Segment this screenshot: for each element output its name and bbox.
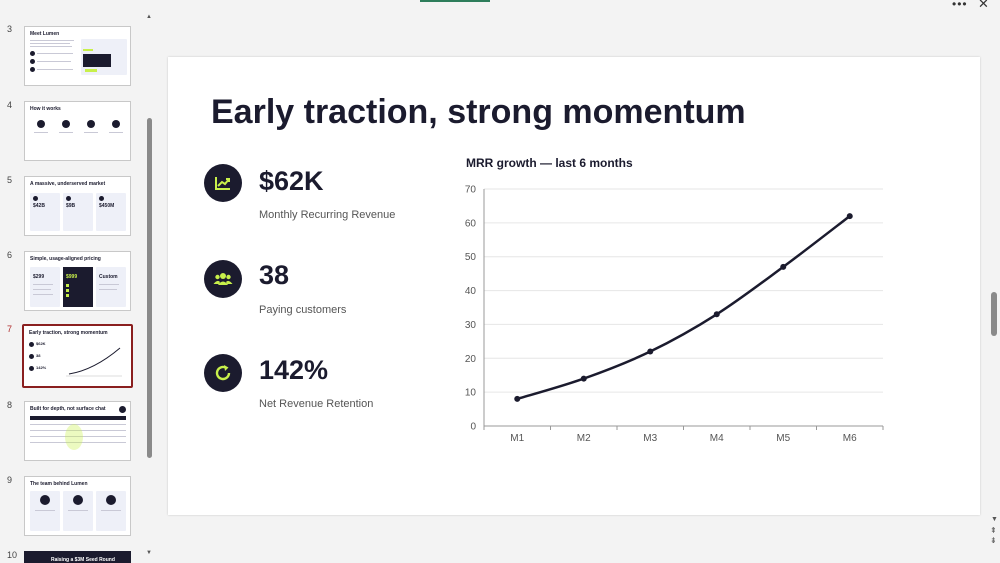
- y-tick-label: 70: [465, 185, 477, 196]
- slide-thumbnail-pane: 3 Meet Lumen 4 How it works 5 A massive,…: [0, 12, 158, 563]
- active-tab-indicator: [420, 0, 490, 2]
- thumbnail-scrollbar[interactable]: ▲ ▼: [144, 12, 154, 563]
- y-tick-label: 40: [465, 286, 477, 297]
- x-tick-label: M5: [776, 433, 790, 444]
- y-tick-label: 50: [465, 252, 477, 263]
- slide-number: 8: [7, 400, 13, 410]
- series-line: [516, 215, 851, 401]
- thumbnail-title: Built for depth, not surface chat: [30, 406, 106, 412]
- x-tick-label: M6: [843, 433, 857, 444]
- slide-number: 6: [7, 250, 13, 260]
- data-point: [647, 348, 654, 355]
- x-tick-label: M1: [510, 433, 524, 444]
- metric-label: Net Revenue Retention: [259, 398, 374, 410]
- thumbnail-title: A massive, underserved market: [30, 181, 106, 187]
- data-point: [514, 395, 521, 402]
- refresh-icon: [204, 354, 242, 392]
- metric-value: 38: [259, 260, 290, 290]
- thumbnail-stat: $62K: [36, 341, 46, 346]
- slide-number: 5: [7, 175, 13, 185]
- slide-number: 10: [7, 550, 18, 560]
- chart-title: MRR growth — last 6 months: [466, 156, 633, 170]
- x-tick-label: M4: [710, 433, 724, 444]
- slide-title: Early traction, strong momentum: [211, 93, 746, 131]
- thumbnail-title: How it works: [30, 106, 61, 112]
- data-point: [713, 311, 720, 318]
- thumbnail-stat: Custom: [99, 274, 118, 280]
- slide-thumbnail-9[interactable]: The team behind Lumen: [24, 476, 131, 536]
- slide-thumbnail-7[interactable]: Early traction, strong momentum $62K 38 …: [22, 324, 133, 388]
- thumbnail-title: Simple, usage-aligned pricing: [30, 256, 101, 262]
- slide-thumbnail-8[interactable]: Built for depth, not surface chat: [24, 401, 131, 461]
- y-tick-label: 20: [465, 354, 477, 365]
- x-tick-label: M3: [643, 433, 657, 444]
- metric-label: Monthly Recurring Revenue: [259, 209, 396, 221]
- y-tick-label: 0: [470, 422, 476, 433]
- thumbnail-title: Early traction, strong momentum: [29, 330, 108, 336]
- slide-number: 9: [7, 475, 13, 485]
- slide-thumbnail-4[interactable]: How it works: [24, 101, 131, 161]
- close-icon[interactable]: ✕: [978, 0, 989, 12]
- previous-slide-icon[interactable]: ⇞: [990, 526, 997, 535]
- mrr-growth-chart: 0 10 20 30 40 50 60 70 M1 M2 M3 M4 M5 M6: [465, 185, 884, 444]
- y-tick-label: 10: [465, 388, 477, 399]
- slide-thumbnail-6[interactable]: Simple, usage-aligned pricing $299 $999 …: [24, 251, 131, 311]
- thumbnail-stat: $42B: [33, 203, 45, 209]
- thumbnail-stat: $299: [33, 274, 45, 280]
- y-tick-label: 60: [465, 218, 477, 229]
- thumbnail-stat: $999: [66, 274, 78, 280]
- scroll-up-icon[interactable]: ▲: [146, 14, 152, 20]
- scrollbar-thumb[interactable]: [991, 292, 997, 336]
- slide-number: 4: [7, 100, 13, 110]
- metric-label: Paying customers: [259, 304, 347, 316]
- slide-number: 7: [7, 324, 13, 334]
- thumbnail-title: Raising a $3M Seed Round: [51, 557, 115, 563]
- scroll-down-icon[interactable]: ▼: [991, 516, 998, 523]
- y-tick-label: 30: [465, 320, 477, 331]
- data-point: [846, 213, 853, 220]
- slide-thumbnail-10[interactable]: Raising a $3M Seed Round: [24, 551, 131, 563]
- thumbnail-chart: [66, 347, 122, 377]
- scroll-down-icon[interactable]: ▼: [146, 550, 152, 556]
- slide-thumbnail-3[interactable]: Meet Lumen: [24, 26, 131, 86]
- slide-number: 3: [7, 24, 13, 34]
- x-tick-label: M2: [577, 433, 591, 444]
- thumbnail-stat: $450M: [99, 203, 115, 209]
- metric-value: 142%: [259, 355, 329, 385]
- thumbnail-stat: $9B: [66, 203, 76, 209]
- next-slide-icon[interactable]: ⇟: [990, 536, 997, 545]
- data-point: [580, 375, 587, 382]
- more-options-icon[interactable]: •••: [952, 0, 968, 11]
- window-title-bar: ••• ✕: [0, 0, 1000, 12]
- thumbnail-stat: 38: [36, 353, 41, 358]
- users-icon: [204, 260, 242, 298]
- slide-thumbnail-5[interactable]: A massive, underserved market $42B $9B $…: [24, 176, 131, 236]
- editor-scrollbar[interactable]: ▼ ⇞ ⇟: [988, 12, 1000, 563]
- data-point: [780, 263, 787, 270]
- trending-up-icon: [204, 164, 242, 202]
- thumbnail-title: Meet Lumen: [30, 31, 60, 37]
- thumbnail-title: The team behind Lumen: [30, 481, 88, 487]
- metric-value: $62K: [259, 166, 324, 196]
- scrollbar-thumb[interactable]: [147, 118, 152, 458]
- thumbnail-stat: 142%: [36, 365, 47, 370]
- slide-canvas[interactable]: Early traction, strong momentum $62K Mon…: [168, 57, 980, 515]
